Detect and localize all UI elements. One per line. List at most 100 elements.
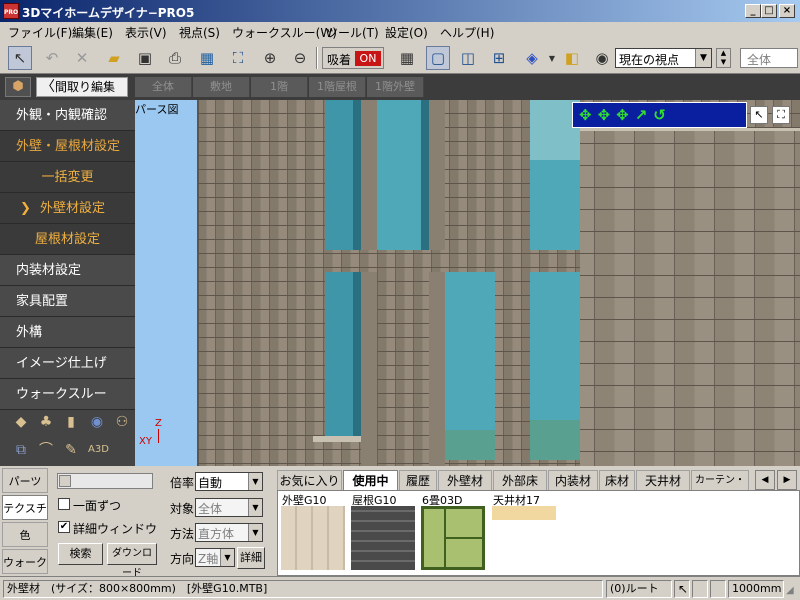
back-label: 間取り編集 xyxy=(55,80,116,94)
viewpoint-select[interactable]: 現在の視点 ▼ xyxy=(615,48,712,68)
mat-tab-in-use[interactable]: 使用中 xyxy=(343,470,398,491)
grid-icon[interactable]: ▦ xyxy=(395,46,419,70)
single-view-icon[interactable]: ▢ xyxy=(426,46,450,70)
text-3d-icon[interactable]: A3D xyxy=(88,441,109,459)
door-icon[interactable]: ▮ xyxy=(62,413,80,431)
chevron-down-icon[interactable]: ▼ xyxy=(248,524,262,541)
resize-grip-icon[interactable]: ◢ xyxy=(786,585,794,596)
nav-image-finish[interactable]: イメージ仕上げ xyxy=(0,348,135,379)
chevron-left-icon[interactable]: ◀ xyxy=(755,470,775,490)
mat-tab-exterior-floor[interactable]: 外部床 xyxy=(493,470,547,491)
maximize-button[interactable]: □ xyxy=(761,4,777,18)
paint-icon[interactable]: ✎ xyxy=(62,441,80,459)
download-button[interactable]: ダウンロード xyxy=(107,543,157,579)
menu-settings[interactable]: 設定(O) xyxy=(381,24,432,41)
tree-icon[interactable]: ♣ xyxy=(37,413,55,431)
mat-tab-favorites[interactable]: お気に入り xyxy=(277,470,342,491)
single-face-checkbox[interactable] xyxy=(58,498,70,510)
mat-tab-curtain[interactable]: カーテン・布 xyxy=(691,470,749,506)
navigation-arrows-icon[interactable]: ✥✥✥↗↺ xyxy=(579,106,672,124)
select-icon[interactable]: ↖ xyxy=(8,46,32,70)
minimize-button[interactable]: _ xyxy=(745,4,761,18)
tab-parts[interactable]: パーツ xyxy=(2,468,48,493)
cube-icon[interactable]: ◆ xyxy=(12,413,30,431)
render-icon[interactable]: ▦ xyxy=(195,46,219,70)
tab-color[interactable]: 色 xyxy=(2,522,48,547)
nav-exterior-works[interactable]: 外構 xyxy=(0,317,135,348)
navigation-gizmo[interactable]: ✥✥✥↗↺ xyxy=(572,102,747,128)
perspective-viewport[interactable]: パース図 ✥✥✥↗↺ ↖ ⛶ Z XY xyxy=(135,100,800,466)
slider-thumb[interactable] xyxy=(59,475,71,487)
nav-wall-material[interactable]: ❯ 外壁材設定 xyxy=(0,193,135,224)
material-thumb-roof-g10[interactable] xyxy=(351,506,415,570)
method-select[interactable]: 直方体 ▼ xyxy=(195,523,263,542)
detail-window-checkbox[interactable]: ✔ xyxy=(58,521,70,533)
pointer-icon[interactable]: ↖ xyxy=(750,106,768,124)
mat-tab-interior[interactable]: 内装材 xyxy=(548,470,598,491)
target-select[interactable]: 全体 ▼ xyxy=(195,498,263,517)
chevron-down-icon[interactable]: ▼ xyxy=(248,473,262,490)
zoom-out-icon[interactable]: ⊖ xyxy=(288,46,312,70)
undo-icon[interactable]: ↶ xyxy=(40,46,64,70)
nav-roof-material[interactable]: 屋根材設定 xyxy=(0,224,135,255)
floor-tab-1f[interactable]: 1階 xyxy=(251,77,308,97)
floor-tab-all[interactable]: 全体 xyxy=(135,77,192,97)
box-dup-icon[interactable]: ⧉ xyxy=(12,441,30,459)
floor-tab-1f-roof[interactable]: 1階屋根 xyxy=(309,77,366,97)
scale-slider[interactable] xyxy=(57,473,153,489)
box-icon[interactable]: ◧ xyxy=(560,46,584,70)
tab-texture[interactable]: テクスチャ xyxy=(2,495,48,540)
split-two-view-icon[interactable]: ◫ xyxy=(456,46,480,70)
scale-select[interactable]: 自動 ▼ xyxy=(195,472,263,491)
fit-view-icon[interactable]: ⛶ xyxy=(226,46,250,70)
mat-tab-history[interactable]: 履歴 xyxy=(399,470,437,491)
chevron-down-icon[interactable]: ▼ xyxy=(220,549,234,566)
delete-icon[interactable]: ✕ xyxy=(70,46,94,70)
menu-tools[interactable]: ツール(T) xyxy=(322,24,383,41)
nav-walkthrough[interactable]: ウォークスルー xyxy=(0,379,135,410)
menu-edit[interactable]: 編集(E) xyxy=(68,24,117,41)
chevron-right-icon[interactable]: ▶ xyxy=(777,470,797,490)
chevron-down-icon[interactable]: ▼ xyxy=(695,49,711,67)
fullscreen-icon[interactable]: ⛶ xyxy=(772,106,790,124)
nav-furniture[interactable]: 家具配置 xyxy=(0,286,135,317)
home-icon[interactable]: ⬢ xyxy=(5,77,31,97)
search-button[interactable]: 検索 xyxy=(58,543,103,565)
mat-tab-ceiling[interactable]: 天井材 xyxy=(636,470,690,491)
menu-viewpoint[interactable]: 視点(S) xyxy=(175,24,224,41)
close-button[interactable]: × xyxy=(779,4,795,18)
split-four-view-icon[interactable]: ⊞ xyxy=(487,46,511,70)
material-thumb-tatami[interactable] xyxy=(421,506,485,570)
detail-window-label: 詳細ウィンドウ xyxy=(73,522,158,536)
back-to-floorplan-button[interactable]: 〈 間取り編集 xyxy=(36,77,128,97)
viewpoint-spinner[interactable]: ▲ ▼ xyxy=(716,48,731,68)
material-thumb-ceiling-17[interactable] xyxy=(492,506,556,520)
nav-wall-roof-materials[interactable]: 外壁・屋根材設定 xyxy=(0,131,135,162)
open-folder-icon[interactable]: ▰ xyxy=(102,46,126,70)
disc-icon[interactable]: ◉ xyxy=(88,413,106,431)
direction-select[interactable]: Z軸 ▼ xyxy=(195,548,235,567)
nav-bulk-change[interactable]: 一括変更 xyxy=(0,162,135,193)
zoom-in-icon[interactable]: ⊕ xyxy=(258,46,282,70)
save-icon[interactable]: ▣ xyxy=(133,46,157,70)
pipe-icon[interactable]: ⌒ xyxy=(37,441,55,459)
tab-walk[interactable]: ウォーク xyxy=(2,549,48,574)
floor-tab-1f-wall[interactable]: 1階外壁 xyxy=(367,77,424,97)
figure-icon[interactable]: ⚇ xyxy=(113,413,131,431)
menu-file[interactable]: ファイル(F) xyxy=(4,24,76,41)
mat-tab-flooring[interactable]: 床材 xyxy=(599,470,635,491)
mat-tab-exterior-wall[interactable]: 外壁材 xyxy=(438,470,492,491)
single-face-label: 一面ずつ xyxy=(73,499,122,513)
nav-interior-material[interactable]: 内装材設定 xyxy=(0,255,135,286)
material-thumb-wall-g10[interactable] xyxy=(281,506,345,570)
detail-button[interactable]: 詳細 xyxy=(237,547,265,569)
floor-tab-site[interactable]: 敷地 xyxy=(193,77,250,97)
nav-exterior-interior[interactable]: 外観・内観確認 xyxy=(0,100,135,131)
camera-icon[interactable]: ◉ xyxy=(590,46,614,70)
menu-help[interactable]: ヘルプ(H) xyxy=(436,24,498,41)
snap-toggle[interactable]: 吸着 ON xyxy=(322,47,384,69)
menu-view[interactable]: 表示(V) xyxy=(121,24,171,41)
chevron-down-icon[interactable]: ▼ xyxy=(248,499,262,516)
print-icon[interactable]: ⎙ xyxy=(163,46,187,70)
scope-field[interactable]: 全体 xyxy=(740,48,798,68)
